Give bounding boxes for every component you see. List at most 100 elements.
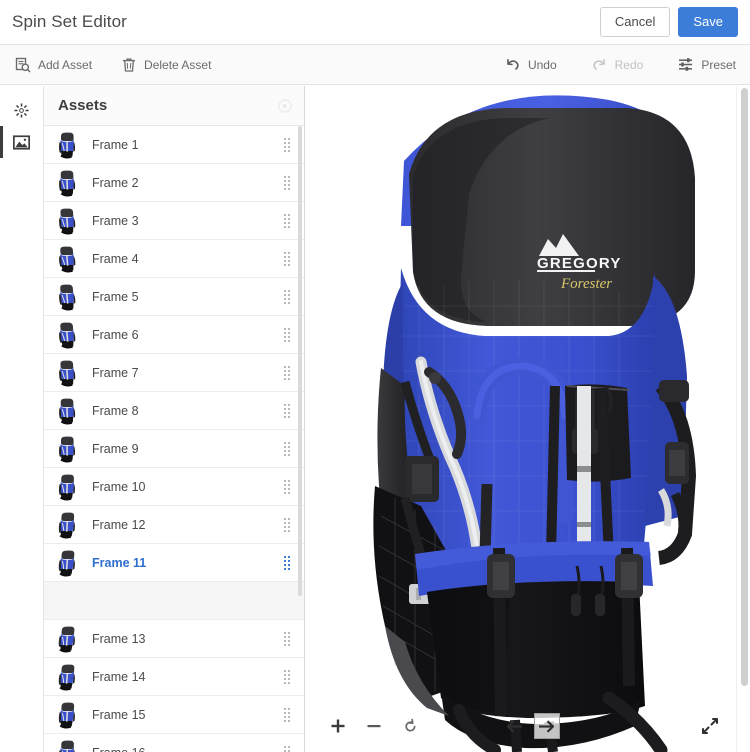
grip-dot	[288, 677, 290, 680]
drag-handle-icon[interactable]	[284, 251, 290, 266]
drag-handle-icon[interactable]	[284, 707, 290, 722]
asset-label: Frame 11	[92, 555, 147, 570]
grip-dot-column	[288, 631, 290, 646]
header-actions: Cancel Save	[599, 7, 738, 37]
asset-row[interactable]: Frame 6	[44, 316, 304, 354]
asset-thumbnail-wrap	[56, 283, 78, 311]
rail-item-settings[interactable]	[0, 94, 44, 126]
drag-handle-icon[interactable]	[284, 745, 290, 752]
grip-dot	[284, 635, 286, 638]
preset-button[interactable]: Preset	[677, 56, 736, 73]
grip-dot	[288, 373, 290, 376]
asset-row[interactable]: Frame 1	[44, 126, 304, 164]
grip-dot	[288, 745, 290, 748]
drag-handle-icon[interactable]	[284, 479, 290, 494]
drag-handle-icon[interactable]	[284, 441, 290, 456]
grip-dot	[288, 567, 290, 570]
add-asset-button[interactable]: Add Asset	[14, 56, 92, 73]
grip-dot-column	[284, 555, 286, 570]
grip-dot-column	[288, 441, 290, 456]
spin-viewer[interactable]: GREGORY Forester	[305, 86, 743, 752]
asset-row-dragging[interactable]: Frame 11	[44, 544, 304, 582]
assets-list[interactable]: Frame 1 Frame 2 Frame 3 Frame 4 Frame 5 …	[44, 126, 304, 752]
asset-row[interactable]: Frame 8	[44, 392, 304, 430]
grip-dot	[284, 707, 286, 710]
grip-dot	[288, 631, 290, 634]
save-button[interactable]: Save	[678, 7, 738, 37]
grip-dot-column	[288, 479, 290, 494]
grip-dot	[284, 217, 286, 220]
grip-dot	[288, 643, 290, 646]
grip-dot	[284, 631, 286, 634]
page-scrollbar[interactable]	[736, 86, 750, 752]
asset-row[interactable]: Frame 14	[44, 658, 304, 696]
reset-view-button[interactable]	[397, 713, 423, 739]
asset-thumbnail-wrap	[56, 245, 78, 273]
grip-dot	[288, 335, 290, 338]
asset-row[interactable]: Frame 2	[44, 164, 304, 202]
grip-dot	[288, 301, 290, 304]
asset-row[interactable]: Frame 12	[44, 506, 304, 544]
previous-frame-button[interactable]	[502, 713, 528, 739]
asset-thumbnail	[59, 284, 76, 310]
svg-text:GREGORY: GREGORY	[537, 255, 622, 272]
fullscreen-button[interactable]	[697, 713, 723, 739]
asset-row[interactable]: Frame 16	[44, 734, 304, 752]
drag-handle-icon[interactable]	[284, 213, 290, 228]
drag-handle-icon[interactable]	[284, 365, 290, 380]
grip-dot-column	[284, 479, 286, 494]
gear-icon	[13, 102, 30, 119]
asset-row[interactable]: Frame 3	[44, 202, 304, 240]
grip-dot	[284, 681, 286, 684]
grip-dot	[284, 149, 286, 152]
grip-dot	[288, 517, 290, 520]
delete-asset-button[interactable]: Delete Asset	[120, 56, 211, 73]
grip-dot	[284, 415, 286, 418]
grip-dot	[288, 407, 290, 410]
drag-handle-icon[interactable]	[284, 403, 290, 418]
asset-row[interactable]: Frame 5	[44, 278, 304, 316]
assets-panel-header: Assets	[44, 86, 304, 126]
page-scrollbar-thumb[interactable]	[741, 88, 748, 686]
asset-row[interactable]: Frame 4	[44, 240, 304, 278]
grip-dot	[284, 491, 286, 494]
drag-handle-icon[interactable]	[284, 555, 290, 570]
asset-thumbnail-wrap	[56, 131, 78, 159]
rail-item-assets[interactable]	[0, 126, 44, 158]
asset-thumbnail-wrap	[56, 207, 78, 235]
sliders-icon	[677, 56, 694, 73]
drag-handle-icon[interactable]	[284, 137, 290, 152]
asset-thumbnail	[58, 474, 75, 500]
asset-row[interactable]: Frame 9	[44, 430, 304, 468]
assets-list-scrollbar[interactable]	[297, 126, 303, 752]
image-icon	[13, 134, 30, 151]
grip-dot	[288, 411, 290, 414]
grip-dot	[288, 339, 290, 342]
circle-chevron-icon[interactable]	[278, 98, 292, 113]
drag-handle-icon[interactable]	[284, 327, 290, 342]
drag-handle-icon[interactable]	[284, 631, 290, 646]
drag-handle-icon[interactable]	[284, 175, 290, 190]
asset-row[interactable]: Frame 7	[44, 354, 304, 392]
grip-dot	[284, 141, 286, 144]
undo-button[interactable]: Undo	[504, 56, 557, 73]
assets-list-scrollbar-thumb[interactable]	[298, 126, 302, 596]
cancel-button[interactable]: Cancel	[599, 7, 671, 37]
grip-dot	[288, 715, 290, 718]
spin-set-editor-window: Spin Set Editor Cancel Save Add Asset De…	[0, 0, 750, 752]
drag-handle-icon[interactable]	[284, 669, 290, 684]
drag-handle-icon[interactable]	[284, 289, 290, 304]
next-frame-button[interactable]	[533, 713, 560, 739]
zoom-in-button[interactable]	[325, 713, 351, 739]
asset-row[interactable]: Frame 13	[44, 620, 304, 658]
zoom-out-button[interactable]	[361, 713, 387, 739]
asset-row[interactable]: Frame 15	[44, 696, 304, 734]
grip-dot-column	[288, 707, 290, 722]
redo-button[interactable]: Redo	[591, 56, 643, 73]
asset-row[interactable]: Frame 10	[44, 468, 304, 506]
asset-label: Frame 12	[92, 517, 146, 532]
grip-dot	[284, 259, 286, 262]
grip-dot	[288, 403, 290, 406]
drag-handle-icon[interactable]	[284, 517, 290, 532]
grip-dot	[284, 715, 286, 718]
